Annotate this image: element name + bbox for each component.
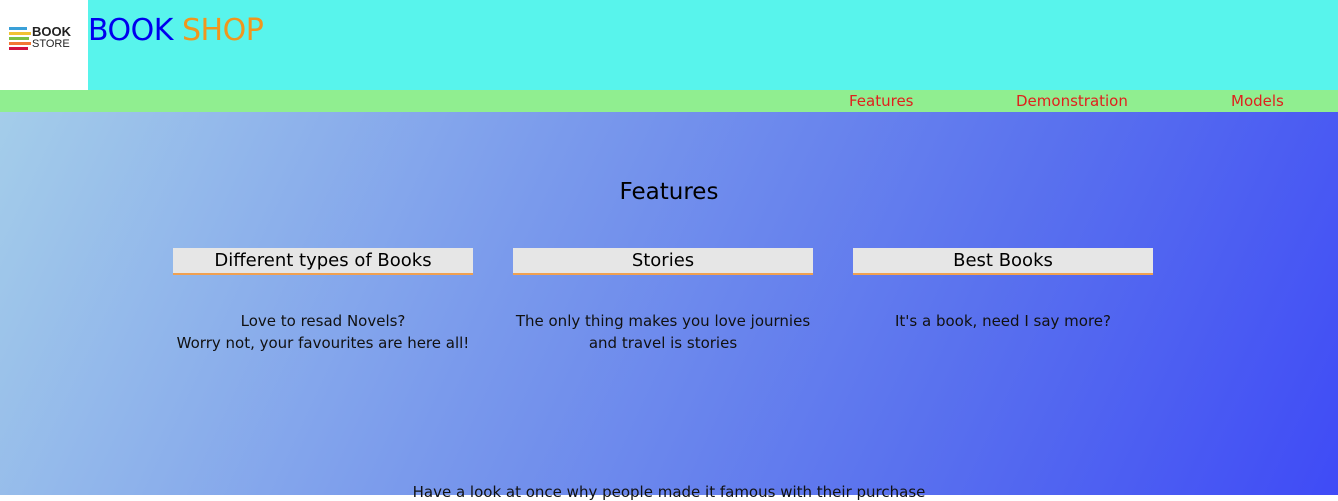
logo-stripe (9, 37, 29, 40)
feature-card-text: The only thing makes you love journies a… (513, 310, 813, 354)
site-header: BOOK STORE BOOK SHOP (0, 0, 1338, 90)
logo-line2: STORE (32, 38, 70, 50)
feature-card-line: and travel is stories (588, 334, 738, 352)
section-title: Features (619, 179, 719, 205)
feature-card-best-books: Best Books It's a book, need I say more? (853, 248, 1153, 332)
feature-card-types: Different types of Books Love to resad N… (173, 248, 473, 354)
site-title: BOOK SHOP (88, 13, 264, 48)
nav-bar: Features Demonstration Models (0, 90, 1338, 112)
feature-card-stories: Stories The only thing makes you love jo… (513, 248, 813, 354)
logo-stripe (9, 27, 27, 30)
logo-line1: BOOK (32, 24, 71, 39)
feature-card-text: It's a book, need I say more? (853, 310, 1153, 332)
logo-stripe (9, 42, 31, 45)
site-title-part1: BOOK (88, 13, 173, 48)
logo[interactable]: BOOK STORE (0, 0, 88, 90)
feature-card-line: Love to resad Novels? (240, 312, 406, 330)
demonstration-intro-text: Have a look at once why people made it f… (412, 483, 926, 501)
nav-link-features[interactable]: Features (849, 92, 914, 110)
feature-card-title: Stories (513, 248, 813, 275)
feature-card-title: Different types of Books (173, 248, 473, 275)
nav-link-models[interactable]: Models (1231, 92, 1284, 110)
logo-stripe (9, 32, 31, 35)
logo-stripe (9, 47, 28, 50)
features-section: Features Different types of Books Love t… (0, 112, 1338, 501)
feature-card-line: Worry not, your favourites are here all! (176, 334, 470, 352)
feature-card-title: Best Books (853, 248, 1153, 275)
site-title-part2: SHOP (182, 13, 264, 48)
logo-book-stack-icon (9, 27, 31, 53)
logo-text: BOOK STORE (32, 24, 71, 50)
feature-card-text: Love to resad Novels? Worry not, your fa… (173, 310, 473, 354)
feature-card-line: It's a book, need I say more? (895, 312, 1111, 330)
feature-card-line: The only thing makes you love journies (515, 312, 811, 330)
nav-link-demonstration[interactable]: Demonstration (1016, 92, 1128, 110)
